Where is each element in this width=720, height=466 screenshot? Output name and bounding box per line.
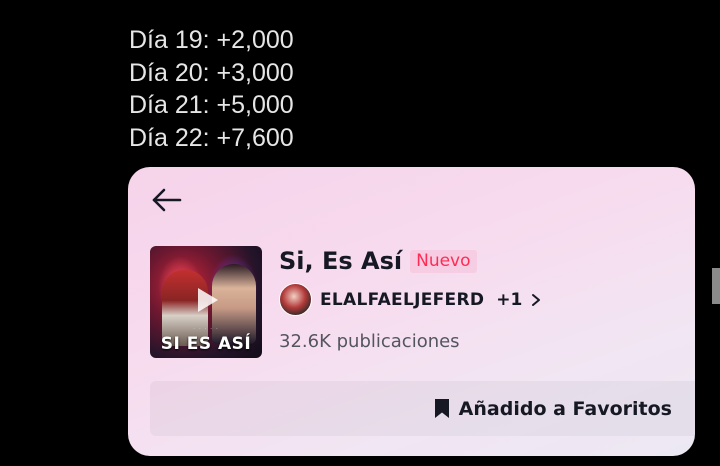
sound-card: · · · · · SI ES ASÍ Si, Es Así Nuevo ELA…: [128, 167, 695, 456]
screen: Día 19: +2,000 Día 20: +3,000 Día 21: +5…: [0, 0, 720, 466]
daily-growth-text: Día 19: +2,000 Día 20: +3,000 Día 21: +5…: [129, 24, 294, 154]
artist-link[interactable]: ELALFAELJEFERD +1: [279, 283, 542, 316]
song-title: Si, Es Así: [279, 247, 403, 275]
cover-title: SI ES ASÍ: [160, 334, 252, 354]
bookmark-filled-icon: [434, 399, 449, 418]
stats-line: Día 19: +2,000: [129, 26, 294, 54]
arrow-left-icon[interactable]: [150, 183, 184, 217]
scroll-indicator: [712, 268, 720, 304]
post-count: 32.6K publicaciones: [279, 331, 460, 352]
favorite-button-label: Añadido a Favoritos: [458, 397, 672, 420]
cover-subtitle: · · · · ·: [193, 326, 219, 332]
stats-line: Día 21: +5,000: [129, 91, 294, 119]
favorite-button[interactable]: Añadido a Favoritos: [150, 381, 695, 436]
new-badge: Nuevo: [410, 249, 477, 273]
chevron-right-icon[interactable]: [530, 292, 542, 308]
album-cover[interactable]: · · · · · SI ES ASÍ: [150, 246, 262, 358]
play-icon[interactable]: [190, 284, 222, 316]
artist-more-count[interactable]: +1: [496, 290, 522, 310]
stats-line: Día 20: +3,000: [129, 58, 294, 87]
artist-name[interactable]: ELALFAELJEFERD: [320, 290, 484, 310]
artist-avatar[interactable]: [279, 283, 312, 316]
stats-line: Día 22: +7,600: [129, 123, 294, 152]
title-row: Si, Es Así Nuevo: [279, 247, 477, 275]
favorite-button-content: Añadido a Favoritos: [434, 381, 672, 436]
